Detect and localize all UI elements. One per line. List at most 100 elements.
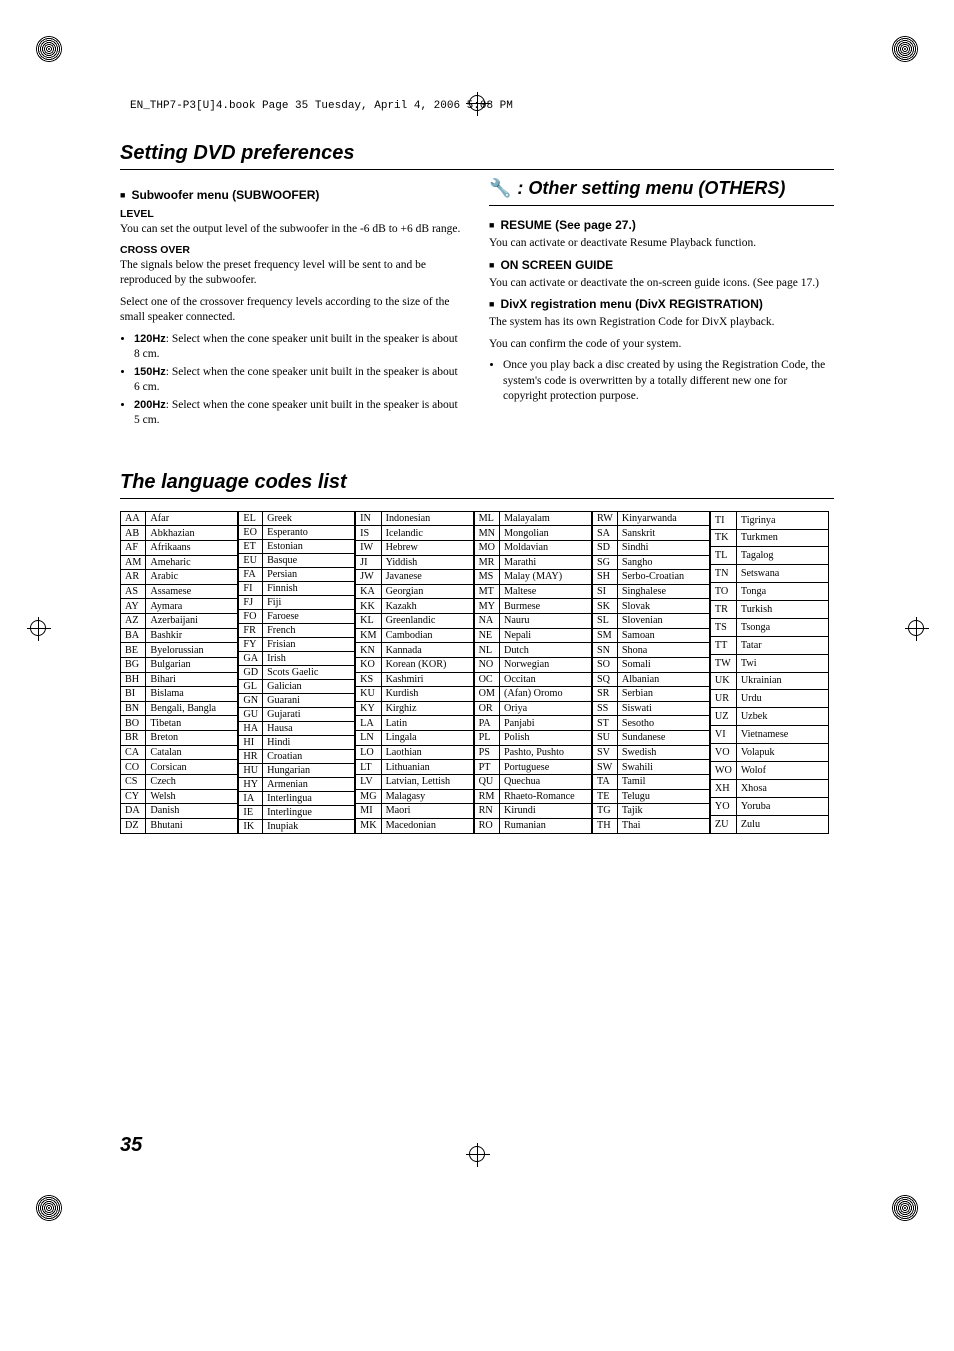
lang-code: RN: [474, 804, 499, 819]
lang-name: Guarani: [263, 693, 355, 707]
lang-name: Cambodian: [381, 628, 473, 643]
lang-name: Lithuanian: [381, 760, 473, 775]
lang-code: ET: [239, 539, 263, 553]
lang-code: MR: [474, 555, 499, 570]
table-row: XHXhosa: [710, 779, 828, 797]
lang-code: TN: [710, 565, 736, 583]
table-row: CACatalan: [121, 745, 238, 760]
lang-code: TH: [592, 818, 617, 833]
table-row: SOSomali: [592, 657, 709, 672]
lang-name: Wolof: [736, 761, 828, 779]
lang-code: OM: [474, 687, 499, 702]
lang-name: Catalan: [146, 745, 238, 760]
table-row: KAGeorgian: [356, 584, 473, 599]
table-row: SMSamoan: [592, 628, 709, 643]
lang-name: Estonian: [263, 539, 355, 553]
lang-name: Xhosa: [736, 779, 828, 797]
lang-name: Fiji: [263, 595, 355, 609]
lang-name: Armenian: [263, 777, 355, 791]
table-row: TTTatar: [710, 636, 828, 654]
lang-name: Georgian: [381, 584, 473, 599]
lang-code: IS: [356, 526, 381, 541]
lang-name: Tatar: [736, 636, 828, 654]
lang-code: RO: [474, 818, 499, 833]
table-row: AZAzerbaijani: [121, 614, 238, 629]
lang-code: HU: [239, 763, 263, 777]
table-row: OROriya: [474, 701, 591, 716]
lang-code: KA: [356, 584, 381, 599]
lang-code: SG: [592, 555, 617, 570]
table-row: UZUzbek: [710, 708, 828, 726]
lang-code: SL: [592, 614, 617, 629]
table-row: PLPolish: [474, 731, 591, 746]
lang-code: KU: [356, 687, 381, 702]
lang-code: JI: [356, 555, 381, 570]
lang-name: Frisian: [263, 637, 355, 651]
lang-name: Hausa: [263, 721, 355, 735]
table-row: LVLatvian, Lettish: [356, 774, 473, 789]
table-row: KYKirghiz: [356, 701, 473, 716]
list-item: 200Hz: Select when the cone speaker unit…: [134, 398, 465, 429]
lang-code: GU: [239, 707, 263, 721]
lang-code: CY: [121, 789, 146, 804]
table-row: JIYiddish: [356, 555, 473, 570]
lang-code: PS: [474, 745, 499, 760]
lang-name: Urdu: [736, 690, 828, 708]
lang-code: VI: [710, 726, 736, 744]
lang-code: LN: [356, 731, 381, 746]
lang-name: Laothian: [381, 745, 473, 760]
lang-code: MK: [356, 818, 381, 833]
table-row: LALatin: [356, 716, 473, 731]
lang-code: CS: [121, 774, 146, 789]
table-row: AYAymara: [121, 599, 238, 614]
lang-name: Czech: [146, 774, 238, 789]
lang-name: Nauru: [499, 614, 591, 629]
table-row: TETelugu: [592, 789, 709, 804]
lang-code: LT: [356, 760, 381, 775]
lang-name: Rhaeto-Romance: [499, 789, 591, 804]
lang-code: SI: [592, 584, 617, 599]
table-row: GNGuarani: [239, 693, 355, 707]
lang-name: Inupiak: [263, 819, 355, 833]
lang-code: VO: [710, 744, 736, 762]
lang-name: Bengali, Bangla: [146, 701, 238, 716]
lang-code: MT: [474, 584, 499, 599]
lang-code: BI: [121, 687, 146, 702]
lang-code: IN: [356, 511, 381, 526]
lang-code: AS: [121, 584, 146, 599]
table-row: NANauru: [474, 614, 591, 629]
others-heading: : Other setting menu (OTHERS): [517, 178, 785, 199]
lang-code: KL: [356, 614, 381, 629]
lang-code: MN: [474, 526, 499, 541]
table-row: CYWelsh: [121, 789, 238, 804]
lang-name: Moldavian: [499, 540, 591, 555]
table-row: TATamil: [592, 774, 709, 789]
lang-code: TO: [710, 583, 736, 601]
table-row: SUSundanese: [592, 731, 709, 746]
table-row: MKMacedonian: [356, 818, 473, 833]
table-row: RORumanian: [474, 818, 591, 833]
table-row: NLDutch: [474, 643, 591, 658]
lang-name: Kannada: [381, 643, 473, 658]
table-row: QUQuechua: [474, 774, 591, 789]
table-row: VOVolapuk: [710, 744, 828, 762]
lang-code: SA: [592, 526, 617, 541]
table-row: BEByelorussian: [121, 643, 238, 658]
table-row: WOWolof: [710, 761, 828, 779]
lang-title: The language codes list: [120, 471, 834, 494]
lang-code: KY: [356, 701, 381, 716]
lang-name: Kinyarwanda: [617, 511, 709, 526]
resume-text: You can activate or deactivate Resume Pl…: [489, 236, 834, 252]
lang-code: TE: [592, 789, 617, 804]
lang-code: KM: [356, 628, 381, 643]
lang-code: UR: [710, 690, 736, 708]
table-row: SRSerbian: [592, 687, 709, 702]
lang-name: Swahili: [617, 760, 709, 775]
lang-name: Slovenian: [617, 614, 709, 629]
lang-code: XH: [710, 779, 736, 797]
lang-code: TS: [710, 618, 736, 636]
lang-name: Icelandic: [381, 526, 473, 541]
table-row: KKKazakh: [356, 599, 473, 614]
lang-name: Arabic: [146, 570, 238, 585]
lang-code: SD: [592, 540, 617, 555]
